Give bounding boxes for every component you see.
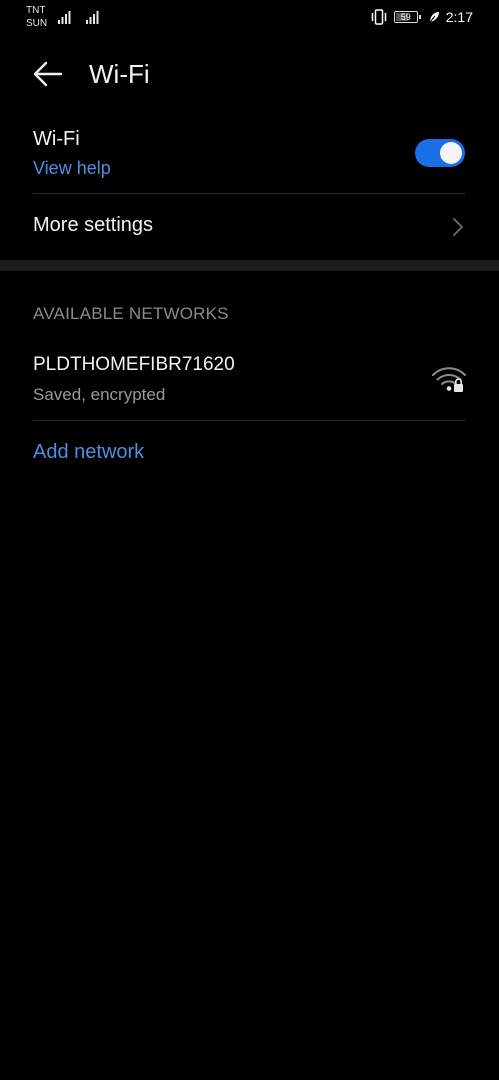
carrier-1-label: TNT (26, 5, 46, 16)
status-bar: TNT SUN 59 2:17 (0, 0, 499, 34)
carrier-2-label: SUN (26, 18, 48, 29)
section-separator (0, 260, 499, 271)
carrier-labels: TNT SUN (26, 4, 47, 30)
available-networks-header: AVAILABLE NETWORKS (33, 304, 229, 323)
add-network-button[interactable]: Add network (33, 441, 144, 464)
vibrate-icon (371, 9, 386, 25)
status-right-group: 59 2:17 (370, 8, 473, 26)
network-item[interactable]: PLDTHOMEFIBR71620 Saved, encrypted (33, 340, 466, 420)
arrow-left-icon (33, 61, 63, 87)
toggle-knob (440, 142, 462, 164)
wifi-label: Wi-Fi (33, 128, 80, 150)
app-header: Wi-Fi (0, 50, 499, 98)
wifi-lock-icon (432, 367, 466, 392)
more-settings-label: More settings (33, 214, 154, 236)
signal-1-icon (58, 11, 71, 24)
network-name: PLDTHOMEFIBR71620 (33, 354, 235, 375)
chevron-right-icon (453, 218, 463, 236)
battery-icon: 59 (393, 11, 421, 23)
view-help-link[interactable]: View help (33, 158, 111, 179)
battery-level: 59 (400, 12, 411, 22)
clock: 2:17 (445, 9, 473, 25)
power-saving-leaf-icon (429, 12, 439, 23)
back-button[interactable] (30, 58, 66, 90)
wifi-toggle-switch[interactable] (415, 139, 465, 167)
signal-2-icon (86, 11, 99, 24)
more-settings-row[interactable]: More settings (33, 194, 465, 260)
divider (33, 420, 465, 421)
wifi-toggle-row: Wi-Fi View help (33, 120, 465, 192)
page-title: Wi-Fi (89, 59, 150, 89)
network-status: Saved, encrypted (33, 385, 166, 404)
